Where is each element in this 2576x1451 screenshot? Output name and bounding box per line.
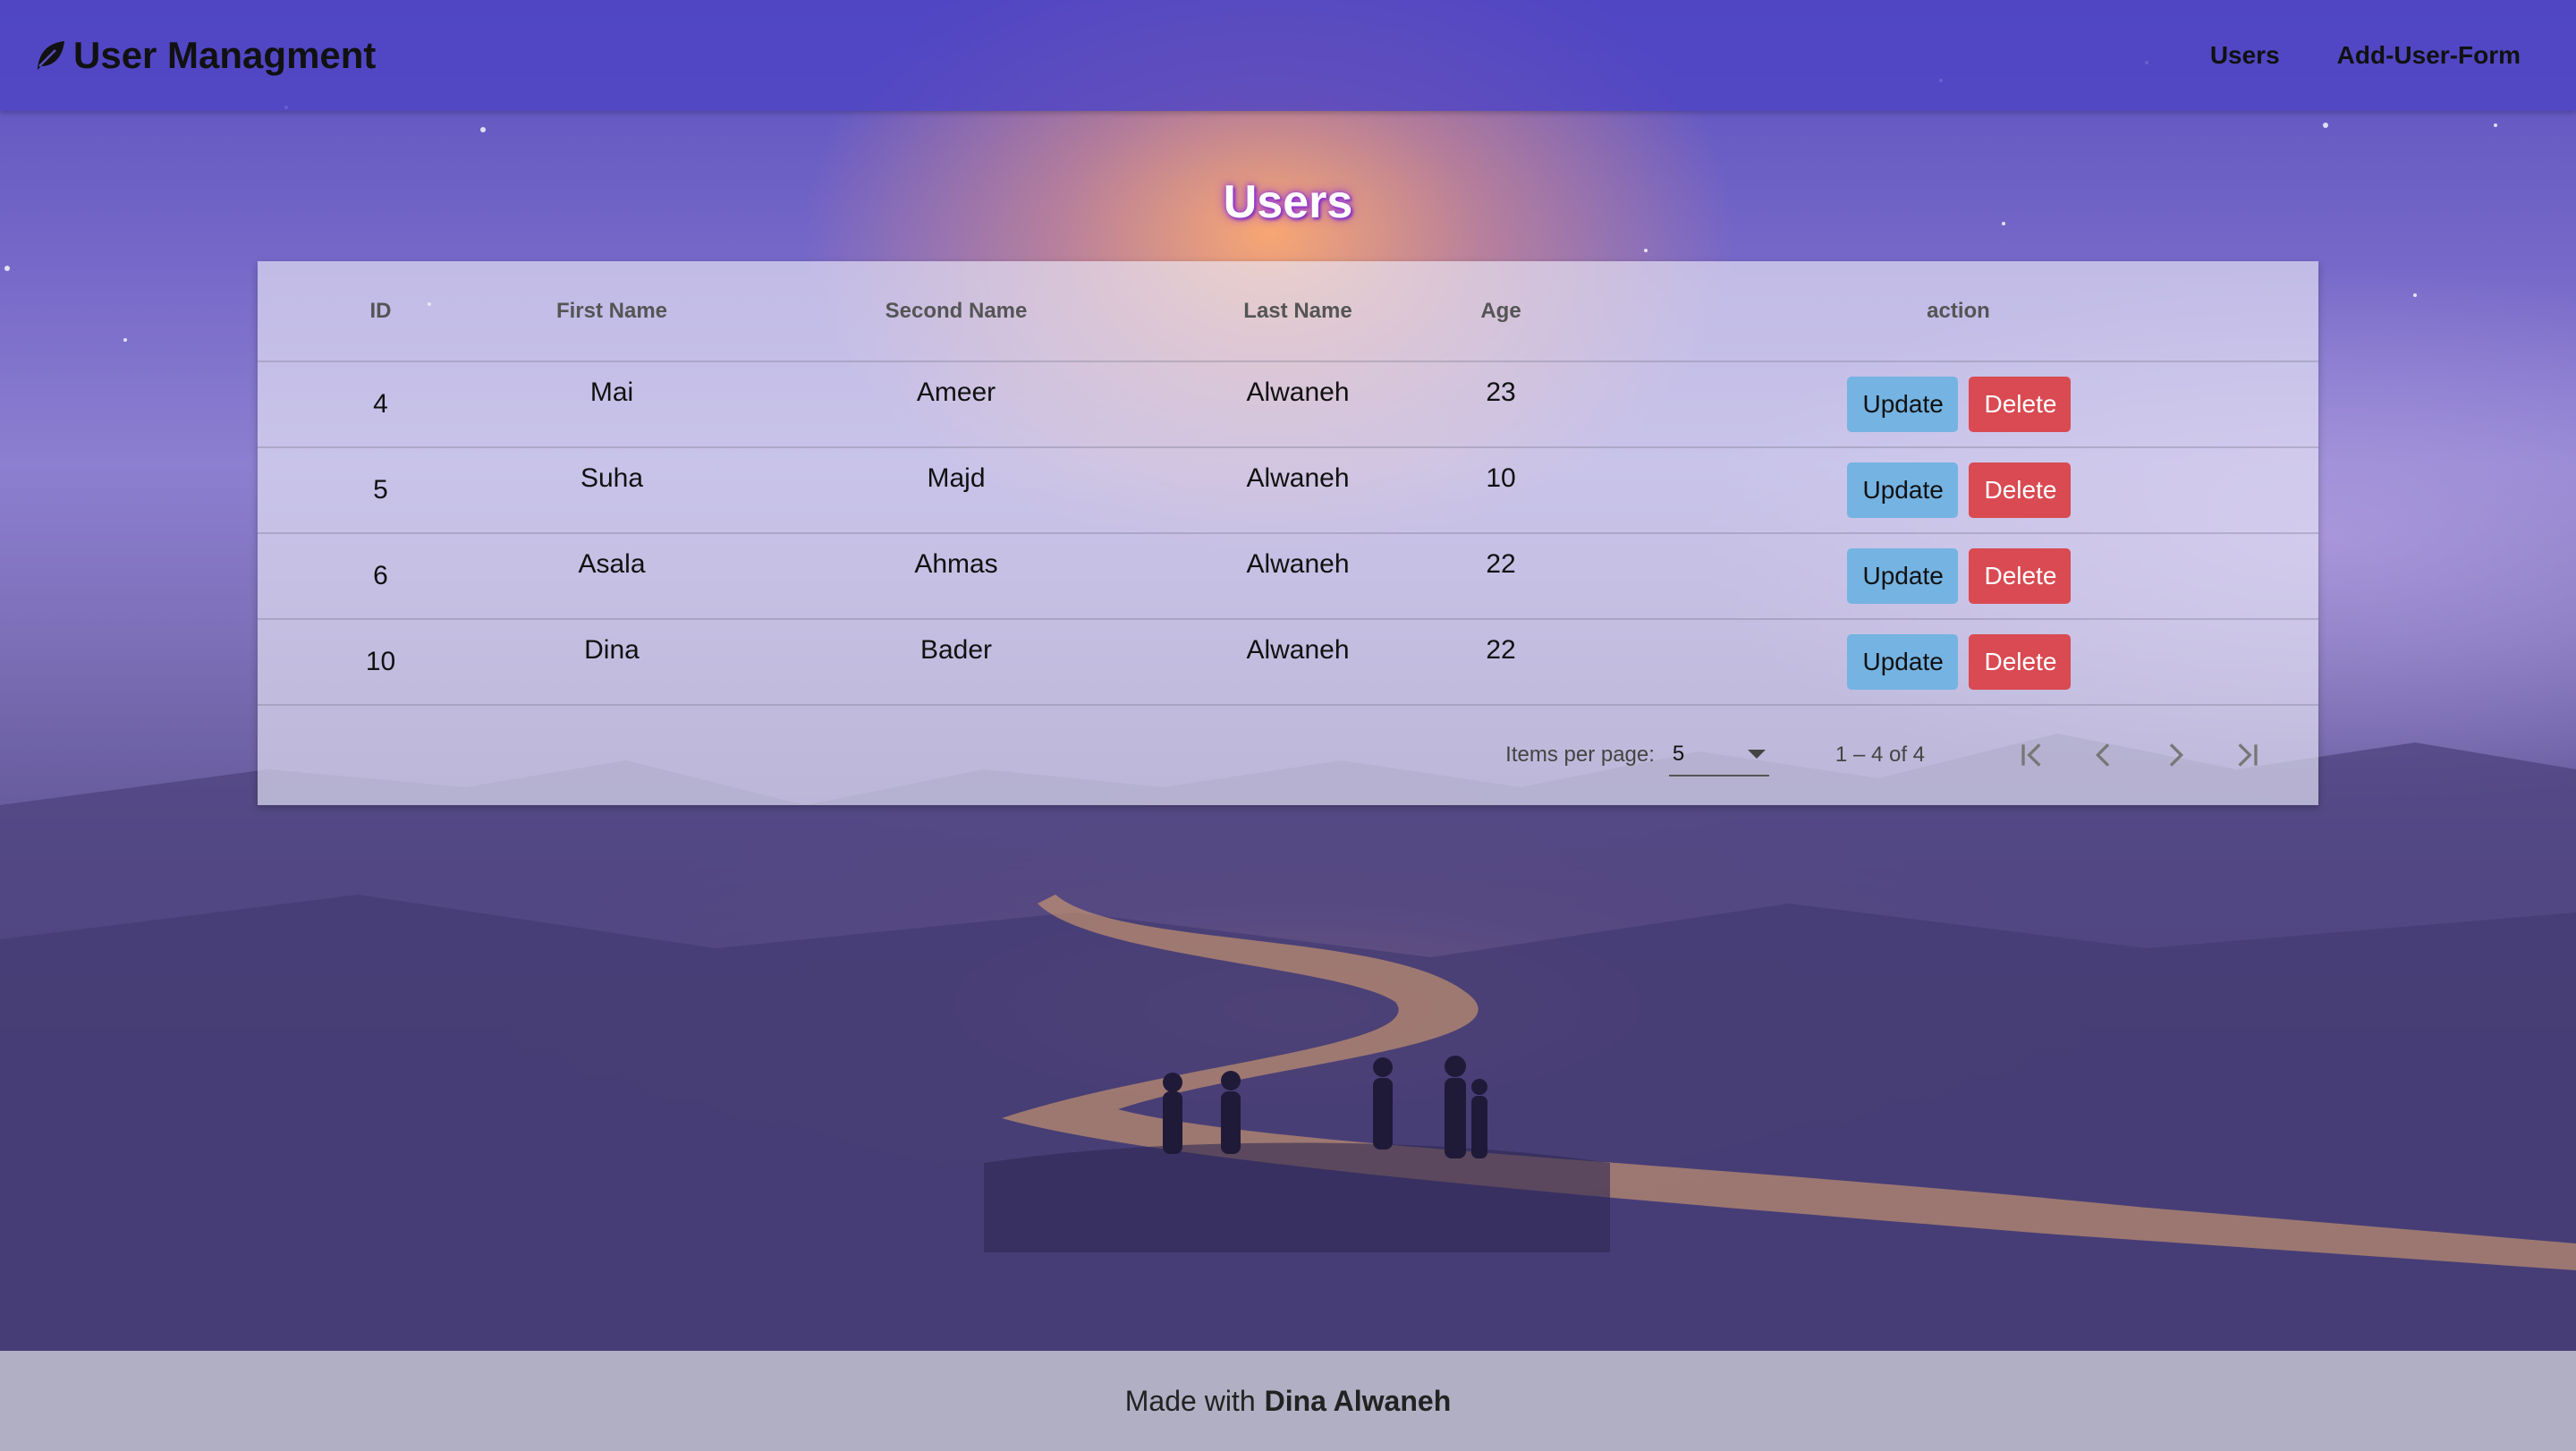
cell-last-name: Alwaneh xyxy=(1192,361,1403,448)
users-table-card: ID First Name Second Name Last Name Age … xyxy=(258,261,2318,805)
table-header-row: ID First Name Second Name Last Name Age … xyxy=(258,261,2318,362)
column-header-action: action xyxy=(1598,261,2318,362)
leaf-icon xyxy=(34,39,66,72)
column-header-second-name: Second Name xyxy=(720,261,1192,362)
column-header-age: Age xyxy=(1403,261,1598,362)
nav-links: Users Add-User-Form xyxy=(2210,41,2521,70)
cell-last-name: Alwaneh xyxy=(1192,533,1403,620)
previous-page-button[interactable] xyxy=(2068,719,2140,791)
cell-second-name: Majd xyxy=(720,447,1192,534)
first-page-icon xyxy=(2021,743,2041,767)
page-title: Users xyxy=(1223,176,1353,228)
cell-age: 22 xyxy=(1403,533,1598,620)
cell-id: 6 xyxy=(258,533,504,620)
page-range-label: 1 – 4 of 4 xyxy=(1835,742,1925,767)
users-table: ID First Name Second Name Last Name Age … xyxy=(258,261,2318,706)
cell-id: 5 xyxy=(258,447,504,534)
footer-author: Dina Alwaneh xyxy=(1264,1384,1452,1417)
chevron-right-icon xyxy=(2169,743,2184,767)
footer-prefix: Made with xyxy=(1124,1384,1256,1417)
cell-actions: Update Delete xyxy=(1598,533,2318,620)
cell-second-name: Ahmas xyxy=(720,533,1192,620)
cell-first-name: Suha xyxy=(504,447,720,534)
cell-age: 22 xyxy=(1403,619,1598,706)
table-row: 4 Mai Ameer Alwaneh 23 Update Delete xyxy=(258,361,2318,448)
table-row: 6 Asala Ahmas Alwaneh 22 Update Delete xyxy=(258,533,2318,620)
table-row: 5 Suha Majd Alwaneh 10 Update Delete xyxy=(258,447,2318,534)
cell-id: 10 xyxy=(258,619,504,706)
items-per-page-label: Items per page: xyxy=(1505,742,1655,767)
cell-last-name: Alwaneh xyxy=(1192,619,1403,706)
cell-first-name: Asala xyxy=(504,533,720,620)
column-header-last-name: Last Name xyxy=(1192,261,1403,362)
page-size-select[interactable]: 5 xyxy=(1668,734,1769,776)
cell-second-name: Bader xyxy=(720,619,1192,706)
cell-age: 23 xyxy=(1403,361,1598,448)
cell-first-name: Dina xyxy=(504,619,720,706)
cell-actions: Update Delete xyxy=(1598,361,2318,448)
delete-button[interactable]: Delete xyxy=(1968,377,2071,432)
last-page-button[interactable] xyxy=(2211,719,2283,791)
next-page-button[interactable] xyxy=(2140,719,2211,791)
cell-actions: Update Delete xyxy=(1598,447,2318,534)
page-size-value: 5 xyxy=(1672,742,1685,766)
update-button[interactable]: Update xyxy=(1846,462,1958,518)
cell-second-name: Ameer xyxy=(720,361,1192,448)
cell-first-name: Mai xyxy=(504,361,720,448)
cell-id: 4 xyxy=(258,361,504,448)
chevron-left-icon xyxy=(2095,743,2110,767)
paginator: Items per page: 5 1 – 4 of 4 xyxy=(258,705,2318,805)
last-page-icon xyxy=(2238,743,2258,767)
delete-button[interactable]: Delete xyxy=(1968,634,2071,690)
first-page-button[interactable] xyxy=(1996,719,2068,791)
update-button[interactable]: Update xyxy=(1846,377,1958,432)
footer: Made with Dina Alwaneh xyxy=(0,1351,2576,1451)
cell-actions: Update Delete xyxy=(1598,619,2318,706)
dropdown-arrow-icon xyxy=(1747,750,1766,759)
delete-button[interactable]: Delete xyxy=(1968,548,2071,604)
cell-last-name: Alwaneh xyxy=(1192,447,1403,534)
delete-button[interactable]: Delete xyxy=(1968,462,2071,518)
column-header-id: ID xyxy=(258,261,504,362)
cell-age: 10 xyxy=(1403,447,1598,534)
column-header-first-name: First Name xyxy=(504,261,720,362)
brand-title: User Managment xyxy=(73,34,377,76)
nav-link-add-user-form[interactable]: Add-User-Form xyxy=(2337,41,2521,70)
table-row: 10 Dina Bader Alwaneh 22 Update Delete xyxy=(258,619,2318,706)
brand[interactable]: User Managment xyxy=(34,34,376,77)
update-button[interactable]: Update xyxy=(1846,548,1958,604)
nav-link-users[interactable]: Users xyxy=(2210,41,2280,70)
top-navbar: User Managment Users Add-User-Form xyxy=(0,0,2576,111)
update-button[interactable]: Update xyxy=(1846,634,1958,690)
